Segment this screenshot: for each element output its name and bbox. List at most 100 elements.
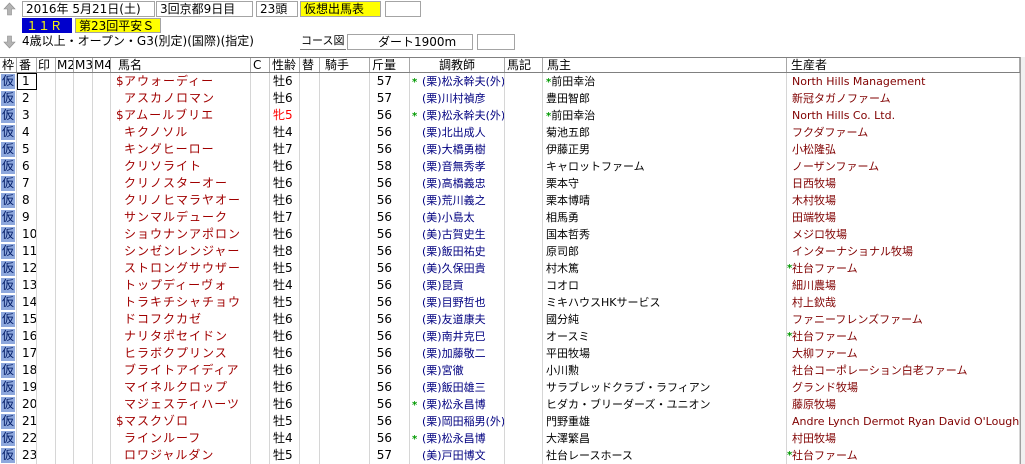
m2-mark-cell[interactable] — [56, 226, 74, 243]
prediction-mark-cell[interactable] — [37, 226, 56, 243]
prediction-mark-cell[interactable] — [37, 260, 56, 277]
m3-mark-cell[interactable] — [74, 243, 93, 260]
jockey-cell[interactable] — [320, 90, 370, 107]
jockey-cell[interactable] — [320, 345, 370, 362]
horse-name[interactable]: サンマルデューク — [124, 210, 228, 224]
horse-note-cell[interactable] — [505, 124, 543, 141]
table-row[interactable]: 仮 15 ドコフクカゼ 牡6 56 (栗)友道康夫 國分純 ファニーフレンズファーム — [0, 311, 1020, 328]
table-row[interactable]: 仮 20 マジェスティハーツ 牡6 56 * (栗)松永昌博 ヒダカ・ブリーダーズ・ユニオン 藤… — [0, 396, 1020, 413]
horse-name[interactable]: アウォーディー — [124, 74, 214, 88]
m2-mark-cell[interactable] — [56, 362, 74, 379]
horse-note-cell[interactable] — [505, 175, 543, 192]
jockey-cell[interactable] — [320, 124, 370, 141]
column-header-breeder[interactable]: 生産者 — [787, 58, 1020, 72]
prediction-mark-cell[interactable] — [37, 345, 56, 362]
table-row[interactable]: 仮 1 $アウォーディー 牡6 57 * (栗)松永幹夫(外) *前田幸治 North Hill… — [0, 73, 1020, 90]
column-header-c-flag[interactable]: C — [251, 58, 270, 72]
m3-mark-cell[interactable] — [74, 379, 93, 396]
jockey-cell[interactable] — [320, 277, 370, 294]
horse-note-cell[interactable] — [505, 447, 543, 464]
m4-mark-cell[interactable] — [93, 294, 111, 311]
horse-name[interactable]: クリソライト — [124, 159, 202, 173]
prev-race-icon[interactable] — [1, 1, 18, 17]
prediction-mark-cell[interactable] — [37, 294, 56, 311]
m3-mark-cell[interactable] — [74, 90, 93, 107]
m4-mark-cell[interactable] — [93, 328, 111, 345]
horse-name[interactable]: キクノソル — [124, 125, 188, 139]
horse-note-cell[interactable] — [505, 90, 543, 107]
m4-mark-cell[interactable] — [93, 226, 111, 243]
prediction-mark-cell[interactable] — [37, 243, 56, 260]
jockey-cell[interactable] — [320, 209, 370, 226]
m2-mark-cell[interactable] — [56, 396, 74, 413]
horse-note-cell[interactable] — [505, 413, 543, 430]
horse-name-cell[interactable]: キングヒーロー — [111, 141, 251, 158]
m2-mark-cell[interactable] — [56, 107, 74, 124]
horse-name[interactable]: クリノスターオー — [124, 176, 228, 190]
prediction-mark-cell[interactable] — [37, 379, 56, 396]
horse-name-cell[interactable]: クリノヒマラヤオー — [111, 192, 251, 209]
prediction-mark-cell[interactable] — [37, 328, 56, 345]
horse-name-cell[interactable]: アスカノロマン — [111, 90, 251, 107]
table-row[interactable]: 仮 16 ナリタポセイドン 牡6 56 (栗)南井克巳 オースミ * 社台ファーム — [0, 328, 1020, 345]
table-row[interactable]: 仮 23 ロワジャルダン 牡5 57 (美)戸田博文 社台レースホース * 社台ファーム — [0, 447, 1020, 464]
horse-name-cell[interactable]: ヒラボクプリンス — [111, 345, 251, 362]
horse-name-cell[interactable]: マイネルクロップ — [111, 379, 251, 396]
jockey-cell[interactable] — [320, 430, 370, 447]
m2-mark-cell[interactable] — [56, 413, 74, 430]
jockey-cell[interactable] — [320, 107, 370, 124]
m3-mark-cell[interactable] — [74, 209, 93, 226]
prediction-mark-cell[interactable] — [37, 396, 56, 413]
m4-mark-cell[interactable] — [93, 260, 111, 277]
m4-mark-cell[interactable] — [93, 243, 111, 260]
column-header-weight[interactable]: 斤量 — [370, 58, 410, 72]
horse-note-cell[interactable] — [505, 192, 543, 209]
horse-name[interactable]: クリノヒマラヤオー — [124, 193, 241, 207]
prediction-mark-cell[interactable] — [37, 107, 56, 124]
horse-name[interactable]: ロワジャルダン — [124, 448, 214, 462]
table-row[interactable]: 仮 17 ヒラボクプリンス 牡6 56 (栗)加藤敬二 平田牧場 大柳ファーム — [0, 345, 1020, 362]
table-row[interactable]: 仮 14 トラキチシャチョウ 牡5 56 (栗)目野哲也 ミキハウスHKサービス 村上欽哉 — [0, 294, 1020, 311]
horse-note-cell[interactable] — [505, 260, 543, 277]
jockey-cell[interactable] — [320, 243, 370, 260]
jockey-cell[interactable] — [320, 141, 370, 158]
jockey-cell[interactable] — [320, 192, 370, 209]
table-row[interactable]: 仮 13 トップディーヴォ 牡4 56 (栗)昆貢 コオロ 細川農場 — [0, 277, 1020, 294]
m4-mark-cell[interactable] — [93, 413, 111, 430]
table-row[interactable]: 仮 18 ブライトアイディア 牡6 56 (栗)宮徹 小川勲 社台コーポレーション白老ファーム — [0, 362, 1020, 379]
m3-mark-cell[interactable] — [74, 430, 93, 447]
m3-mark-cell[interactable] — [74, 73, 93, 90]
prediction-mark-cell[interactable] — [37, 73, 56, 90]
horse-name[interactable]: トップディーヴォ — [124, 278, 227, 292]
m3-mark-cell[interactable] — [74, 226, 93, 243]
prediction-mark-cell[interactable] — [37, 90, 56, 107]
vertical-scrollbar[interactable] — [1020, 57, 1025, 464]
m3-mark-cell[interactable] — [74, 124, 93, 141]
next-race-icon[interactable] — [1, 34, 18, 50]
table-row[interactable]: 仮 10 ショウナンアポロン 牡6 56 (美)古賀史生 国本哲秀 メジロ牧場 — [0, 226, 1020, 243]
horse-name[interactable]: キングヒーロー — [124, 142, 215, 156]
horse-name-cell[interactable]: ストロングサウザー — [111, 260, 251, 277]
m3-mark-cell[interactable] — [74, 107, 93, 124]
m4-mark-cell[interactable] — [93, 175, 111, 192]
prediction-mark-cell[interactable] — [37, 413, 56, 430]
table-row[interactable]: 仮 8 クリノヒマラヤオー 牡6 56 (栗)荒川義之 栗本博晴 木村牧場 — [0, 192, 1020, 209]
table-row[interactable]: 仮 4 キクノソル 牡4 56 (栗)北出成人 菊池五郎 フクダファーム — [0, 124, 1020, 141]
m4-mark-cell[interactable] — [93, 141, 111, 158]
jockey-cell[interactable] — [320, 175, 370, 192]
horse-note-cell[interactable] — [505, 328, 543, 345]
table-row[interactable]: 仮 12 ストロングサウザー 牡5 56 (美)久保田貴 村木篤 * 社台ファーム — [0, 260, 1020, 277]
m2-mark-cell[interactable] — [56, 345, 74, 362]
jockey-cell[interactable] — [320, 73, 370, 90]
prediction-mark-cell[interactable] — [37, 362, 56, 379]
horse-name-cell[interactable]: トラキチシャチョウ — [111, 294, 251, 311]
column-header-jockey-change[interactable]: 替 — [300, 58, 320, 72]
horse-note-cell[interactable] — [505, 345, 543, 362]
m3-mark-cell[interactable] — [74, 277, 93, 294]
prediction-mark-cell[interactable] — [37, 430, 56, 447]
horse-note-cell[interactable] — [505, 226, 543, 243]
m2-mark-cell[interactable] — [56, 447, 74, 464]
horse-name[interactable]: アスカノロマン — [124, 91, 215, 105]
horse-name[interactable]: マジェスティハーツ — [124, 397, 240, 411]
jockey-cell[interactable] — [320, 362, 370, 379]
